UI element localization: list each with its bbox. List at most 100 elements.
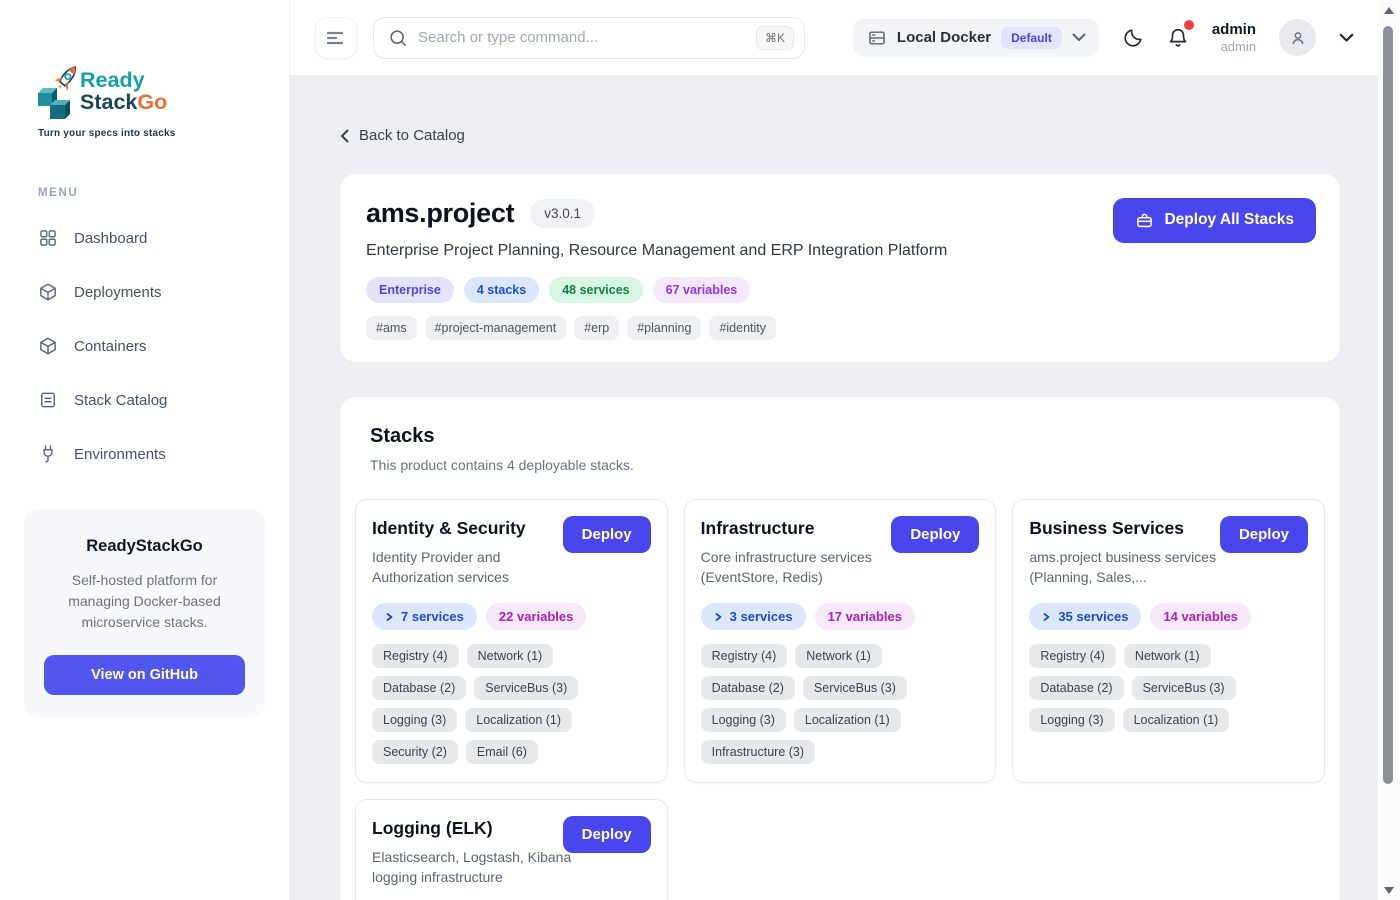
product-tag-row: #ams #project-management #erp #planning #ide… xyxy=(366,316,1314,340)
sidebar-item-containers[interactable]: Containers xyxy=(0,319,289,373)
chevron-right-icon xyxy=(385,612,394,622)
user-menu[interactable]: admin admin xyxy=(1212,21,1256,55)
stack-tag: Logging (3) xyxy=(701,708,786,732)
sidebar-item-stack-catalog[interactable]: Stack Catalog xyxy=(0,373,289,427)
stack-tag: Security (2) xyxy=(372,740,458,764)
stack-tag-row: Registry (4) Network (1)Database (2) Servi… xyxy=(372,644,651,764)
user-dropdown-button[interactable] xyxy=(1339,33,1354,43)
product-hashtag: #planning xyxy=(627,316,701,340)
search-icon xyxy=(388,28,408,48)
search-bar[interactable]: ⌘K xyxy=(373,17,805,59)
sidebar-promo-card: ReadyStackGo Self-hosted platform for ma… xyxy=(24,509,265,717)
view-on-github-button[interactable]: View on GitHub xyxy=(44,655,245,695)
product-description: Enterprise Project Planning, Resource Ma… xyxy=(366,242,1314,260)
stack-tag: Localization (1) xyxy=(465,708,572,732)
sidebar-item-label: Deployments xyxy=(74,284,162,301)
services-badge[interactable]: 35 services xyxy=(1029,603,1141,630)
scrollbar-thumb[interactable] xyxy=(1383,26,1393,784)
sidebar: Ready StackGo Turn your specs into stack… xyxy=(0,0,290,900)
stack-tag: Localization (1) xyxy=(1123,708,1230,732)
moon-icon xyxy=(1122,27,1144,49)
stack-tag: Logging (3) xyxy=(1029,708,1114,732)
main-area: ⌘K Local Docker Default xyxy=(290,0,1400,900)
scrollbar-up-arrow[interactable] xyxy=(1384,7,1394,14)
product-badge: Enterprise xyxy=(366,277,454,303)
cube-icon xyxy=(38,336,58,356)
stack-tag: Network (1) xyxy=(1124,644,1211,668)
deploy-stack-button[interactable]: Deploy xyxy=(1220,516,1308,553)
stack-card: Business Servicesams.project business se… xyxy=(1012,499,1325,784)
stack-tag-row: Registry (4)Network (1)Database (2)Servi… xyxy=(701,644,980,764)
sidebar-item-deployments[interactable]: Deployments xyxy=(0,265,289,319)
services-badge[interactable]: 3 services xyxy=(701,603,806,630)
product-badge: 4 stacks xyxy=(464,277,539,303)
stack-tag: Database (2) xyxy=(372,676,466,700)
deploy-stack-button[interactable]: Deploy xyxy=(891,516,979,553)
promo-title: ReadyStackGo xyxy=(44,537,245,556)
sidebar-item-label: Stack Catalog xyxy=(74,392,167,409)
deploy-stack-button[interactable]: Deploy xyxy=(563,816,651,853)
avatar[interactable] xyxy=(1279,19,1316,56)
variables-badge: 14 variables xyxy=(1150,603,1250,630)
stack-tag: ServiceBus (3) xyxy=(474,676,578,700)
product-hashtag: #ams xyxy=(366,316,417,340)
sidebar-item-label: Dashboard xyxy=(74,230,147,247)
app-logo[interactable]: Ready StackGo Turn your specs into stack… xyxy=(0,0,289,139)
sidebar-item-label: Containers xyxy=(74,338,147,355)
environment-selector[interactable]: Local Docker Default xyxy=(853,19,1099,57)
environment-name: Local Docker xyxy=(897,29,991,46)
stack-tag: Database (2) xyxy=(1029,676,1123,700)
stack-card: Identity & SecurityIdentity Provider and… xyxy=(355,499,668,784)
cubes-icon xyxy=(38,88,70,119)
search-input[interactable] xyxy=(418,29,746,46)
stack-description: Identity Provider and Authorization serv… xyxy=(372,547,572,588)
stack-description: Core infrastructure services (EventStore… xyxy=(701,547,901,588)
user-name: admin xyxy=(1212,21,1256,39)
bell-icon xyxy=(1167,26,1189,49)
stack-tag: Network (1) xyxy=(467,644,554,668)
menu-section-label: MENU xyxy=(38,187,289,199)
stack-card: Logging (ELK)Elasticsearch, Logstash, Ki… xyxy=(355,799,668,900)
environment-default-badge: Default xyxy=(1001,27,1062,49)
stack-tag: Registry (4) xyxy=(701,644,788,668)
readystackgo-logo-icon: Ready StackGo xyxy=(36,62,171,122)
stack-tag: Registry (4) xyxy=(372,644,459,668)
promo-description: Self-hosted platform for managing Docker… xyxy=(44,570,245,633)
content: Back to Catalog ams.project v3.0.1 Enter… xyxy=(290,75,1400,900)
hamburger-icon xyxy=(327,31,345,45)
services-badge[interactable]: 7 services xyxy=(372,603,477,630)
deploy-stack-button[interactable]: Deploy xyxy=(563,516,651,553)
stack-tag: Registry (4) xyxy=(1029,644,1116,668)
product-hashtag: #identity xyxy=(709,316,776,340)
product-badge: 48 services xyxy=(549,277,642,303)
back-to-catalog-link[interactable]: Back to Catalog xyxy=(340,127,465,144)
notifications-button[interactable] xyxy=(1167,26,1189,49)
deploy-all-stacks-button[interactable]: Deploy All Stacks xyxy=(1113,198,1316,243)
sidebar-item-dashboard[interactable]: Dashboard xyxy=(0,211,289,265)
dark-mode-toggle[interactable] xyxy=(1122,27,1144,49)
stack-card: InfrastructureCore infrastructure servic… xyxy=(684,499,997,784)
catalog-icon xyxy=(38,390,58,410)
vertical-scrollbar[interactable] xyxy=(1378,0,1400,900)
person-icon xyxy=(1288,28,1308,48)
sidebar-toggle-button[interactable] xyxy=(315,17,357,59)
deploy-box-icon xyxy=(1135,211,1154,230)
stack-tag: ServiceBus (3) xyxy=(1132,676,1236,700)
plug-icon xyxy=(38,444,58,464)
chevron-down-icon xyxy=(1339,33,1354,43)
stack-description: ams.project business services (Planning,… xyxy=(1029,547,1229,588)
chevron-right-icon xyxy=(1042,612,1051,622)
scrollbar-down-arrow[interactable] xyxy=(1384,887,1394,894)
product-hashtag: #erp xyxy=(574,316,619,340)
version-badge: v3.0.1 xyxy=(530,199,595,228)
variables-badge: 17 variables xyxy=(815,603,915,630)
stack-tag: Infrastructure (3) xyxy=(701,740,815,764)
stacks-section: Stacks This product contains 4 deployabl… xyxy=(340,397,1340,900)
stack-tag: Localization (1) xyxy=(794,708,901,732)
stack-tag: Logging (3) xyxy=(372,708,457,732)
product-hashtag: #project-management xyxy=(425,316,567,340)
stack-tag: Email (6) xyxy=(466,740,538,764)
sidebar-item-environments[interactable]: Environments xyxy=(0,427,289,481)
sidebar-item-label: Environments xyxy=(74,446,166,463)
chevron-right-icon xyxy=(714,612,723,622)
